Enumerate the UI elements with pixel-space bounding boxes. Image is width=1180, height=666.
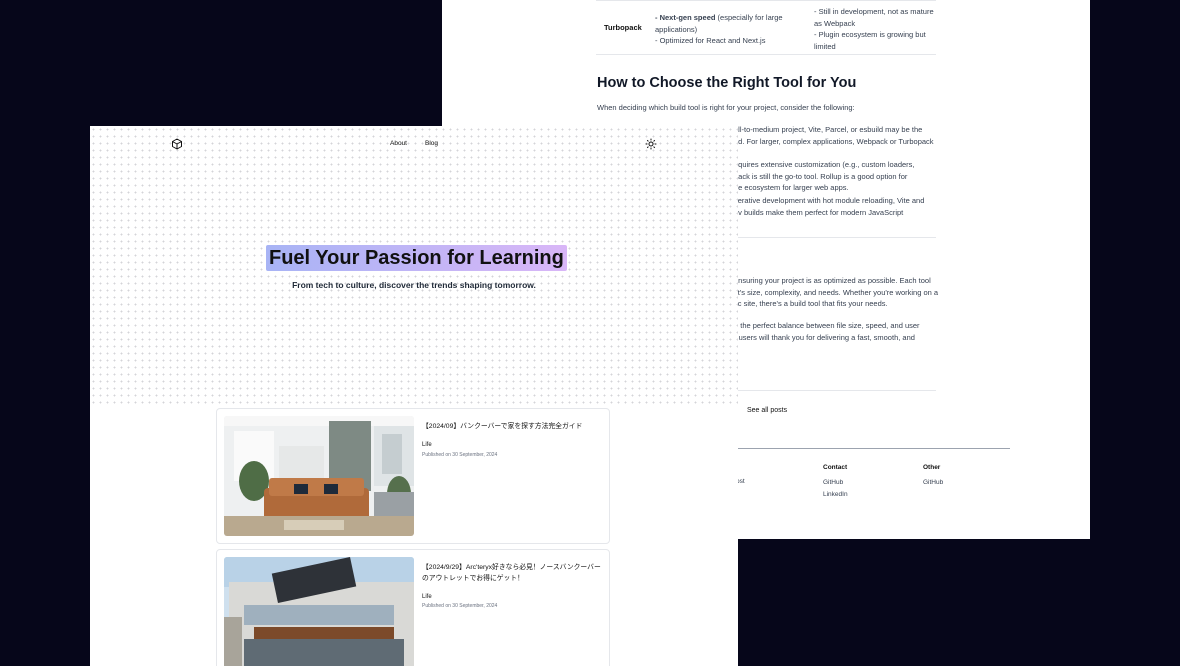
sun-icon[interactable] bbox=[645, 138, 657, 150]
post-thumbnail-living-room[interactable] bbox=[224, 416, 414, 536]
conclusion-1: ensuring your project is as optimized as… bbox=[734, 276, 939, 308]
footer-contact-title: Contact bbox=[823, 464, 848, 471]
footer-link-github[interactable]: GitHub bbox=[923, 477, 943, 490]
post-title[interactable]: 【2024/09】バンクーバーで家を探す方法完全ガイド bbox=[422, 421, 602, 432]
post-category[interactable]: Life bbox=[422, 594, 432, 600]
divider bbox=[734, 390, 936, 391]
footer-link-linkedin[interactable]: LinkedIn bbox=[823, 489, 848, 502]
tip-2: equires extensive customization (e.g., c… bbox=[734, 160, 915, 192]
cons-1: - Still in development, not as mature as… bbox=[814, 7, 934, 28]
footer-other: Other GitHub bbox=[923, 462, 943, 489]
tip-1: all-to-medium project, Vite, Parcel, or … bbox=[734, 125, 934, 146]
post-card[interactable]: 【2024/9/29】Arc'teryx好きなら必見！ノースバンクーバーのアウト… bbox=[216, 549, 610, 666]
footer-contact: Contact GitHub LinkedIn bbox=[823, 462, 848, 502]
pros-2: - Optimized for React and Next.js bbox=[655, 36, 766, 45]
post-title[interactable]: 【2024/9/29】Arc'teryx好きなら必見！ノースバンクーバーのアウト… bbox=[422, 562, 602, 584]
divider bbox=[734, 237, 936, 238]
hero-subtitle: From tech to culture, discover the trend… bbox=[292, 280, 536, 290]
post-card[interactable]: 【2024/09】バンクーバーで家を探す方法完全ガイド Life Publish… bbox=[216, 408, 610, 544]
pros-cell: - Next-gen speed (especially for large a… bbox=[655, 13, 783, 45]
pros-bold: Next-gen speed bbox=[659, 13, 716, 22]
cube-logo-icon[interactable] bbox=[171, 138, 183, 150]
conclusion-2: g the perfect balance between file size,… bbox=[734, 321, 920, 342]
footer-link-github[interactable]: GitHub bbox=[823, 477, 848, 490]
comparison-table-row: Turbopack - Next-gen speed (especially f… bbox=[596, 0, 936, 55]
footer-other-title: Other bbox=[923, 464, 941, 471]
hero-title: Fuel Your Passion for Learning bbox=[266, 245, 567, 271]
see-all-posts-link[interactable]: See all posts bbox=[747, 407, 787, 414]
footer-divider bbox=[730, 448, 1010, 449]
tool-name: Turbopack bbox=[604, 23, 642, 32]
cons-cell: - Still in development, not as mature as… bbox=[814, 6, 934, 52]
nav-about[interactable]: About bbox=[390, 140, 407, 147]
home-window: About Blog Fuel Your Passion for Learnin… bbox=[90, 126, 738, 666]
post-date: Published on 30 September, 2024 bbox=[422, 603, 498, 609]
post-category[interactable]: Life bbox=[422, 442, 432, 448]
cons-2: - Plugin ecosystem is growing but limite… bbox=[814, 30, 926, 51]
intro-paragraph: When deciding which build tool is right … bbox=[597, 103, 855, 112]
post-date: Published on 30 September, 2024 bbox=[422, 452, 498, 458]
section-heading: How to Choose the Right Tool for You bbox=[597, 75, 857, 91]
post-thumbnail-arcteryx-store[interactable] bbox=[224, 557, 414, 666]
nav-blog[interactable]: Blog bbox=[425, 140, 438, 147]
tip-3: iterative development with hot module re… bbox=[734, 196, 925, 217]
